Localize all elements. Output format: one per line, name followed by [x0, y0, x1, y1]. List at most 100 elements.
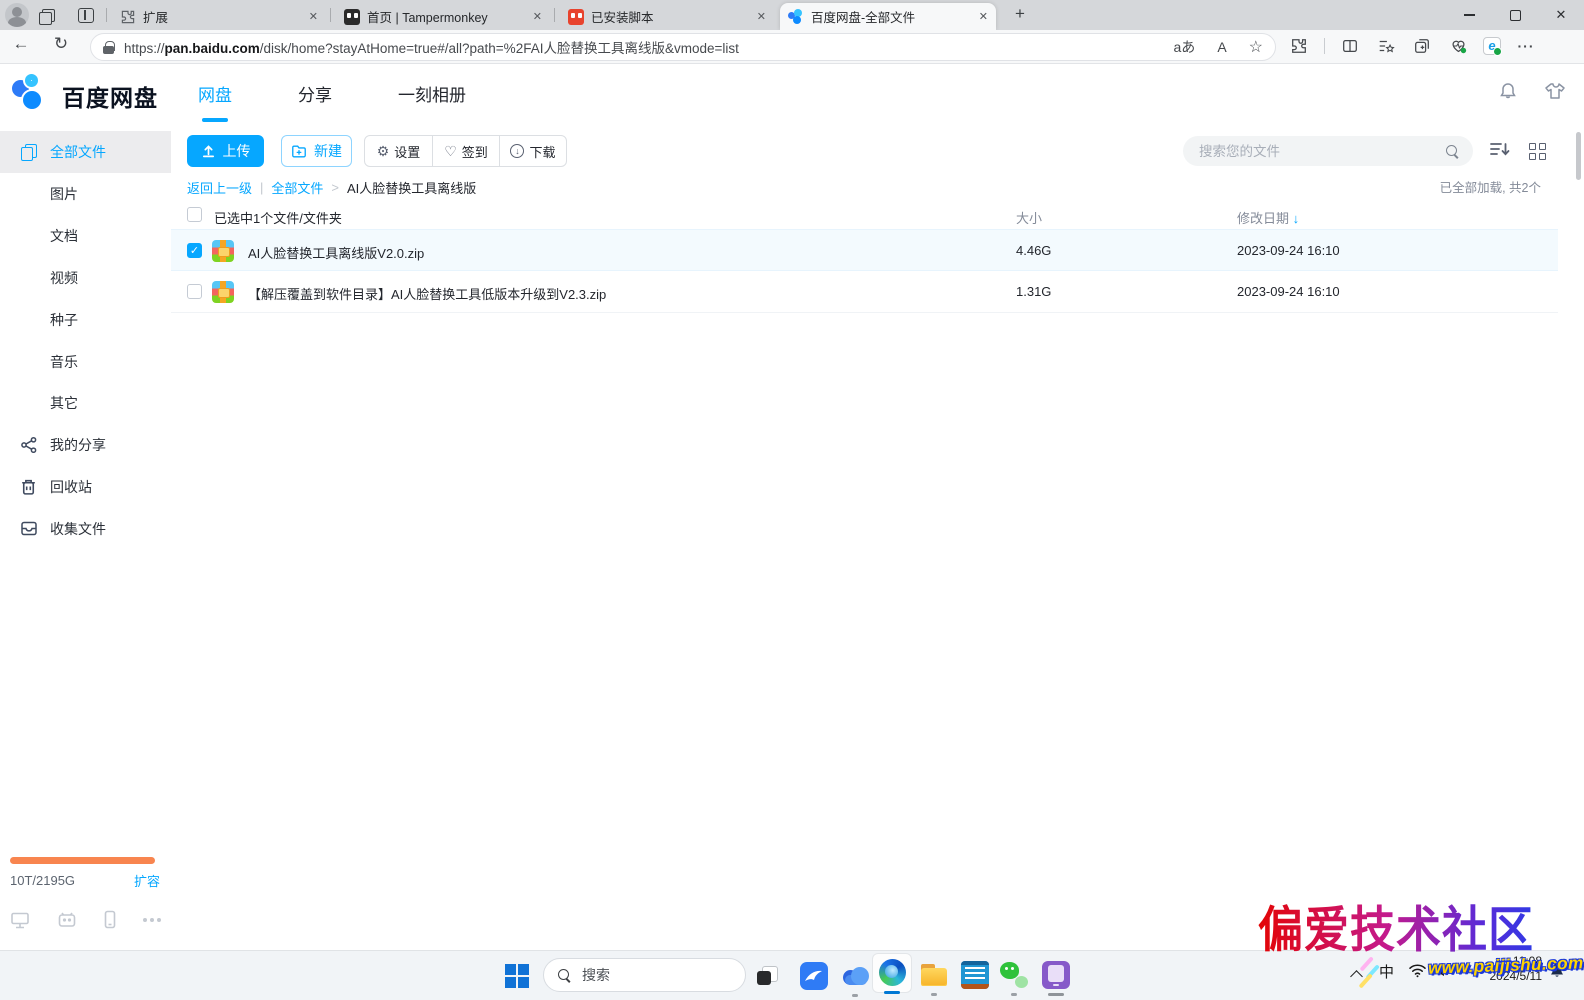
- checkin-button[interactable]: ♡签到: [432, 136, 499, 166]
- task-view-icon[interactable]: [757, 966, 779, 988]
- more-devices-icon[interactable]: [143, 918, 161, 922]
- address-bar[interactable]: https://pan.baidu.com/disk/home?stayAtHo…: [90, 33, 1276, 61]
- split-screen-icon[interactable]: [1339, 35, 1361, 57]
- file-search-box[interactable]: [1183, 136, 1473, 166]
- file-row[interactable]: ✓ AI人脸替换工具离线版V2.0.zip 4.46G 2023-09-24 1…: [171, 229, 1558, 271]
- mobile-client-icon[interactable]: [104, 910, 116, 929]
- translate-icon[interactable]: aあ: [1174, 37, 1196, 57]
- sidebar-item-collected-files[interactable]: 收集文件: [0, 508, 171, 550]
- settings-button[interactable]: ⚙设置: [365, 136, 432, 166]
- baidu-favicon: [788, 9, 804, 25]
- upload-button[interactable]: 上传: [187, 135, 264, 167]
- start-button[interactable]: [505, 964, 529, 988]
- breadcrumb-back[interactable]: 返回上一级: [187, 178, 252, 197]
- profile-avatar-icon[interactable]: [5, 3, 29, 27]
- sidebar-item-documents[interactable]: 文档: [0, 215, 171, 257]
- collections-icon[interactable]: [1411, 35, 1433, 57]
- ie-mode-icon[interactable]: e: [1483, 37, 1501, 55]
- browser-essentials-icon[interactable]: [1447, 35, 1469, 57]
- wechat-app-icon[interactable]: [1000, 961, 1028, 989]
- sidebar-item-my-shares[interactable]: 我的分享: [0, 424, 171, 466]
- file-name[interactable]: AI人脸替换工具离线版V2.0.zip: [248, 243, 424, 262]
- sidebar-item-pictures[interactable]: 图片: [0, 173, 171, 215]
- window-close-button[interactable]: ✕: [1538, 0, 1584, 30]
- tab-close-icon[interactable]: ✕: [979, 10, 988, 23]
- settings-more-icon[interactable]: ···: [1515, 35, 1537, 57]
- taskbar-search[interactable]: [543, 958, 746, 992]
- sidebar-item-recycle-bin[interactable]: 回收站: [0, 466, 171, 508]
- sidebar-item-others[interactable]: 其它: [0, 382, 171, 424]
- tab-installed-scripts[interactable]: 已安装脚本 ✕: [560, 3, 774, 30]
- file-explorer-icon[interactable]: [920, 961, 948, 989]
- row-checkbox[interactable]: [187, 284, 202, 299]
- theme-skin-icon[interactable]: [1544, 81, 1566, 106]
- sidebar-item-all-files[interactable]: 全部文件: [0, 131, 171, 173]
- notification-bell-icon[interactable]: [1498, 81, 1518, 106]
- file-search-input[interactable]: [1197, 143, 1446, 160]
- grid-view-icon[interactable]: [1529, 143, 1546, 160]
- workspaces-icon[interactable]: [38, 5, 58, 25]
- clock[interactable]: 11:08 2024/5/11: [1462, 954, 1542, 984]
- window-minimize-button[interactable]: [1446, 0, 1492, 30]
- file-date: 2023-09-24 16:10: [1237, 243, 1340, 258]
- baidu-netdisk-logo[interactable]: [12, 73, 56, 113]
- notification-center-icon[interactable]: [1549, 962, 1565, 984]
- new-tab-button[interactable]: +: [1008, 4, 1032, 24]
- heart-icon: ♡: [444, 144, 457, 158]
- read-aloud-icon[interactable]: A: [1217, 39, 1226, 55]
- tab-close-icon[interactable]: ✕: [533, 10, 542, 23]
- file-row[interactable]: 【解压覆盖到软件目录】AI人脸替换工具低版本升级到V2.3.zip 1.31G …: [171, 271, 1558, 313]
- select-all-checkbox[interactable]: [187, 207, 202, 222]
- favorites-hub-icon[interactable]: [1375, 35, 1397, 57]
- wifi-icon[interactable]: [1408, 963, 1427, 983]
- search-icon[interactable]: [1446, 145, 1459, 158]
- notepad-app-icon[interactable]: [961, 961, 989, 989]
- sidebar-item-music[interactable]: 音乐: [0, 341, 171, 383]
- tab-actions-icon[interactable]: [76, 5, 96, 25]
- tab-extensions[interactable]: 扩展 ✕: [112, 3, 326, 30]
- download-button[interactable]: ↓下载: [499, 136, 566, 166]
- tab-close-icon[interactable]: ✕: [309, 10, 318, 23]
- baidu-netdisk-app-icon[interactable]: [841, 962, 869, 990]
- row-checkbox[interactable]: ✓: [187, 243, 202, 258]
- scrollbar-thumb[interactable]: [1576, 132, 1581, 180]
- android-client-icon[interactable]: [57, 911, 77, 929]
- action-button-group: ⚙设置 ♡签到 ↓下载: [364, 135, 567, 167]
- breadcrumb-root[interactable]: 全部文件: [271, 178, 323, 197]
- file-name[interactable]: 【解压覆盖到软件目录】AI人脸替换工具低版本升级到V2.3.zip: [248, 284, 606, 303]
- window-restore-button[interactable]: [1492, 0, 1538, 30]
- tab-baidu-netdisk[interactable]: 百度网盘-全部文件 ✕: [780, 3, 996, 30]
- mobile-emulator-app-icon[interactable]: [1042, 961, 1070, 989]
- sort-desc-icon: ↓: [1293, 211, 1300, 226]
- sort-icon[interactable]: [1489, 140, 1511, 163]
- back-button[interactable]: ←: [8, 34, 34, 54]
- column-size[interactable]: 大小: [1016, 208, 1042, 227]
- storage-progress-bar: [10, 857, 155, 864]
- site-nav: 网盘 分享 一刻相册: [196, 64, 468, 122]
- edge-app-icon[interactable]: [879, 959, 906, 986]
- refresh-button[interactable]: ↻: [48, 34, 74, 54]
- taskbar-search-input[interactable]: [580, 966, 700, 984]
- favorite-star-icon[interactable]: ☆: [1249, 37, 1263, 57]
- tab-tampermonkey-home[interactable]: 首页 | Tampermonkey ✕: [336, 3, 550, 30]
- extensions-icon[interactable]: [1288, 35, 1310, 57]
- new-folder-button[interactable]: 新建: [281, 135, 352, 167]
- nav-moments-album[interactable]: 一刻相册: [396, 81, 468, 106]
- nav-netdisk[interactable]: 网盘: [196, 81, 234, 106]
- sidebar-item-label: 文档: [50, 226, 78, 246]
- baidu-netdisk-header: 百度网盘 网盘 分享 一刻相册: [0, 64, 1584, 122]
- sidebar-item-torrents[interactable]: 种子: [0, 299, 171, 341]
- column-date[interactable]: 修改日期 ↓: [1237, 208, 1299, 227]
- ime-indicator[interactable]: 中: [1379, 961, 1394, 982]
- new-folder-icon: [291, 144, 307, 159]
- sidebar-item-label: 我的分享: [50, 435, 106, 455]
- sidebar-item-videos[interactable]: 视频: [0, 257, 171, 299]
- nav-share[interactable]: 分享: [296, 81, 334, 106]
- pc-client-icon[interactable]: [10, 911, 30, 929]
- storage-expand-link[interactable]: 扩容: [134, 871, 160, 890]
- search-icon: [558, 969, 571, 982]
- tampermonkey-icon: [344, 9, 360, 25]
- sidebar-item-label: 图片: [50, 184, 78, 204]
- tab-close-icon[interactable]: ✕: [757, 10, 766, 23]
- xunlei-app-icon[interactable]: [800, 962, 828, 990]
